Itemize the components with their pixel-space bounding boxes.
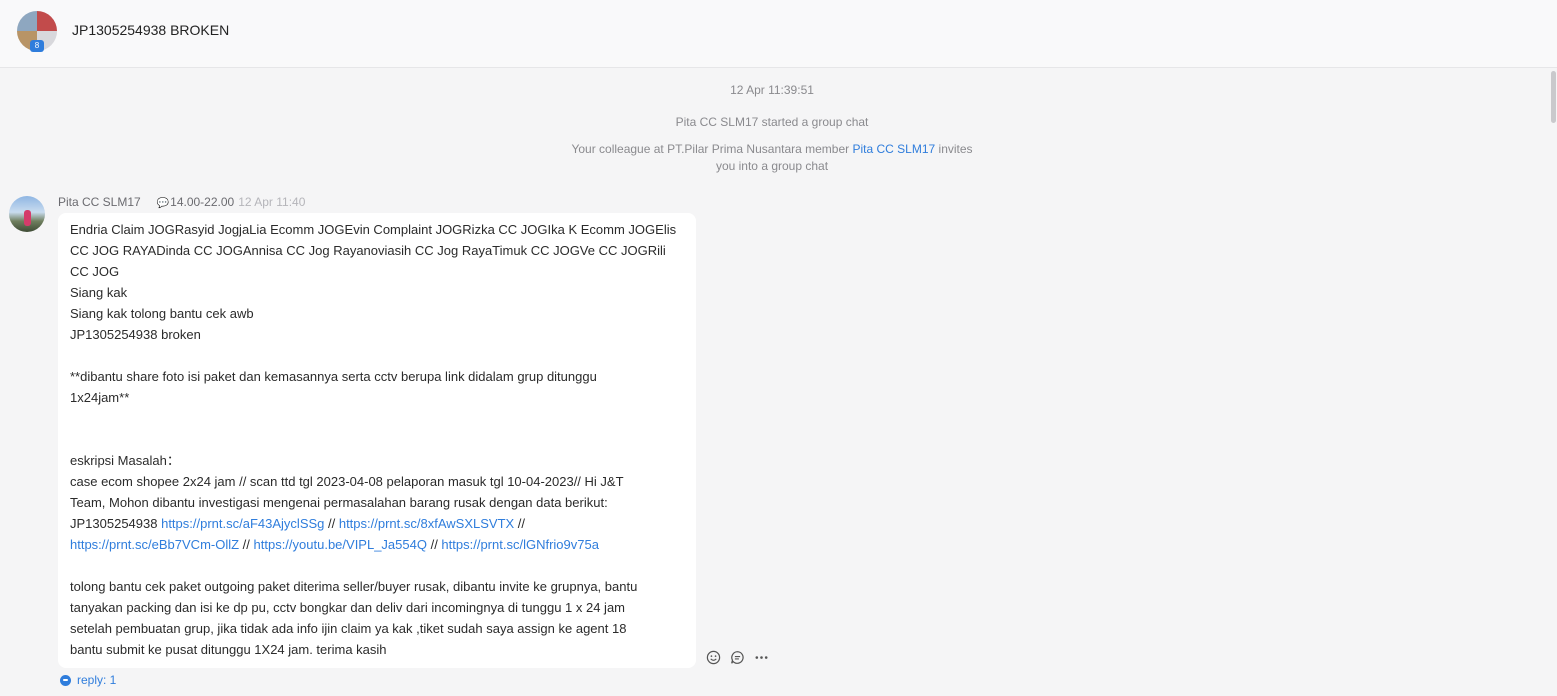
invite-suffix: invites <box>935 142 973 156</box>
screenshot-link-1[interactable]: https://prnt.sc/aF43AjyclSSg <box>161 516 324 531</box>
message-line: Team, Mohon dibantu investigasi mengenai… <box>70 495 608 510</box>
message-line-links-1: JP1305254938 https://prnt.sc/aF43AjyclSS… <box>70 513 684 534</box>
sender-name[interactable]: Pita CC SLM17 <box>58 195 141 209</box>
reply-count-link[interactable]: reply: 1 <box>60 673 116 687</box>
message-line: **dibantu share foto isi paket dan kemas… <box>70 369 597 384</box>
awb-number: JP1305254938 <box>70 516 162 531</box>
message-line: Siang kak tolong bantu cek awb <box>70 306 254 321</box>
message-line: 1x24jam** <box>70 390 130 405</box>
message-meta: Pita CC SLM17 💬14.00-22.00 12 Apr 11:40 <box>58 195 305 209</box>
invite-prefix: Your colleague at PT.Pilar Prima Nusanta… <box>571 142 853 156</box>
message-line: case ecom shopee 2x24 jam // scan ttd tg… <box>70 474 624 489</box>
message-line: bantu submit ke pusat ditunggu 1X24 jam.… <box>70 642 387 657</box>
system-invite-line: Your colleague at PT.Pilar Prima Nusanta… <box>0 142 1544 156</box>
member-count-badge: 8 <box>30 40 44 52</box>
reply-count-label[interactable]: reply: 1 <box>77 673 116 687</box>
chat-title[interactable]: JP1305254938 BROKEN <box>72 22 229 38</box>
message-actions <box>703 648 772 666</box>
system-invite-line-2: you into a group chat <box>715 159 829 173</box>
link-separator: // <box>239 537 254 552</box>
screenshot-link-2[interactable]: https://prnt.sc/8xfAwSXLSVTX <box>339 516 514 531</box>
message-list[interactable]: 12 Apr 11:39:51 Pita CC SLM17 started a … <box>0 69 1557 696</box>
system-started-chat: Pita CC SLM17 started a group chat <box>675 115 869 129</box>
message-line: JP1305254938 broken <box>70 327 201 342</box>
sender-avatar[interactable] <box>9 196 45 232</box>
message-line: tolong bantu cek paket outgoing paket di… <box>70 579 638 594</box>
message-line: Endria Claim JOGRasyid JogjaLia Ecomm JO… <box>70 222 677 237</box>
message-line: tanyakan packing dan isi ke dp pu, cctv … <box>70 600 626 615</box>
scrollbar[interactable] <box>1549 69 1557 696</box>
message-line: CC JOG RAYADinda CC JOGAnnisa CC Jog Ray… <box>70 243 666 258</box>
scrollbar-thumb[interactable] <box>1551 71 1556 123</box>
invite-member-link[interactable]: Pita CC SLM17 <box>852 142 935 156</box>
reply-count-icon <box>60 674 71 686</box>
sender-status: 14.00-22.00 <box>170 195 235 209</box>
link-separator: // <box>324 516 339 531</box>
message-line: eskripsi Masalah： <box>70 453 180 468</box>
system-timestamp: 12 Apr 11:39:51 <box>730 83 814 97</box>
emoji-icon <box>706 650 721 664</box>
more-icon <box>755 655 768 659</box>
emoji-reaction-button[interactable] <box>703 648 724 666</box>
screenshot-link-4[interactable]: https://prnt.sc/lGNfrio9v75a <box>441 537 599 552</box>
reply-bubble-icon <box>731 650 744 664</box>
more-actions-button[interactable] <box>751 648 772 666</box>
link-separator: // <box>514 516 526 531</box>
video-link[interactable]: https://youtu.be/VIPL_Ja554Q <box>254 537 427 552</box>
message-line: setelah pembuatan grup, jika tidak ada i… <box>70 621 627 636</box>
chat-header: 8 JP1305254938 BROKEN <box>0 0 1557 68</box>
message-line: Siang kak <box>70 285 128 300</box>
reply-thread-button[interactable] <box>727 648 748 666</box>
message-line: CC JOG <box>70 264 120 279</box>
message-line-links-2: https://prnt.sc/eBb7VCm-OllZ // https://… <box>70 534 684 555</box>
screenshot-link-3[interactable]: https://prnt.sc/eBb7VCm-OllZ <box>70 537 239 552</box>
message-bubble[interactable]: Endria Claim JOGRasyid JogjaLia Ecomm JO… <box>58 213 696 668</box>
link-separator: // <box>426 537 442 552</box>
message-time: 12 Apr 11:40 <box>238 195 306 209</box>
status-bubble-icon: 💬 <box>156 198 170 209</box>
